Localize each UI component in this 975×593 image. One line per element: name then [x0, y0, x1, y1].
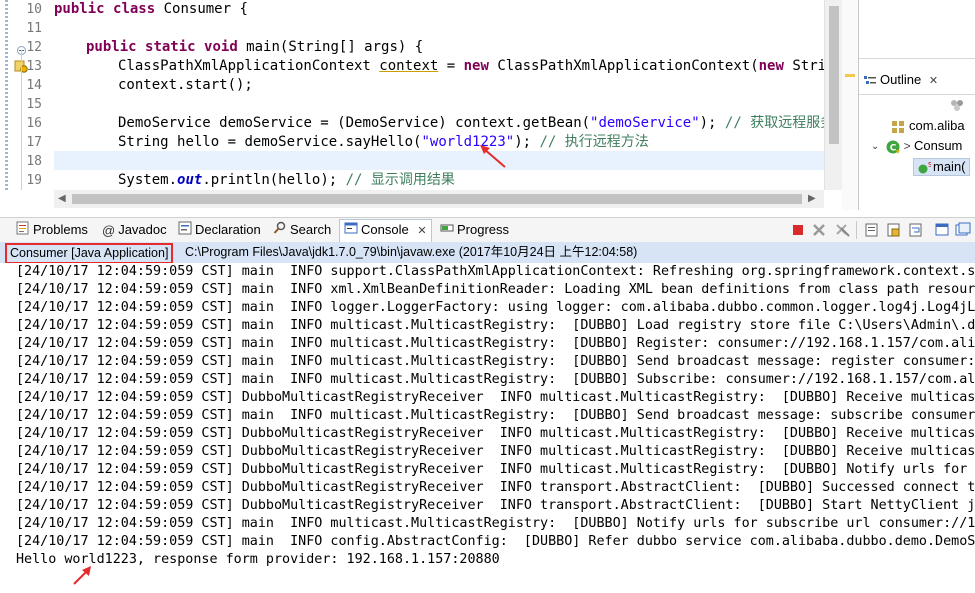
editor-vertical-scrollbar[interactable]: [824, 0, 843, 190]
log-line: [24/10/17 12:04:59:059 CST] main INFO mu…: [16, 354, 975, 369]
code-line: context.start();: [118, 77, 253, 93]
tab-progress[interactable]: Progress: [440, 220, 509, 240]
outline-item-method[interactable]: S main(: [913, 158, 970, 176]
annotation-arrow: [73, 566, 91, 585]
log-line: [24/10/17 12:04:59:059 CST] DubboMultica…: [16, 462, 975, 477]
search-icon: [273, 221, 287, 241]
log-line: [24/10/17 12:04:59:059 CST] main INFO mu…: [16, 516, 975, 531]
code-editor[interactable]: 10 11 12 13 14 15 16 17 18 19 public cla…: [0, 0, 859, 210]
change-ruler: [5, 0, 8, 190]
console-output[interactable]: [24/10/17 12:04:59:059 CST] main INFO su…: [0, 263, 975, 593]
code-line: public class Consumer {: [54, 1, 248, 17]
clear-console-icon[interactable]: [864, 222, 880, 238]
log-line: [24/10/17 12:04:59:059 CST] main INFO mu…: [16, 318, 975, 333]
remove-all-terminated-icon[interactable]: [834, 222, 850, 238]
tab-problems[interactable]: Problems: [16, 220, 88, 240]
log-line: [24/10/17 12:04:59:059 CST] DubboMultica…: [16, 498, 975, 513]
code-text-area[interactable]: public class Consumer { public static vo…: [54, 0, 824, 190]
toolbar-separator: [856, 221, 857, 239]
close-icon[interactable]: ✕: [929, 75, 938, 87]
fold-guide: [21, 50, 22, 190]
scroll-lock-icon[interactable]: [886, 222, 902, 238]
view-tab-bar: Problems @ Javadoc Declaration Search Con…: [0, 217, 975, 243]
scroll-thumb[interactable]: [72, 194, 802, 204]
tab-console[interactable]: Console ✕: [339, 219, 432, 242]
warning-marker[interactable]: [845, 74, 855, 77]
problems-icon: [16, 221, 30, 241]
log-line: [24/10/17 12:04:59:059 CST] DubboMultica…: [16, 390, 975, 405]
log-line: [24/10/17 12:04:59:059 CST] main INFO xm…: [16, 282, 975, 297]
tab-declaration[interactable]: Declaration: [178, 220, 261, 240]
chevron-down-icon[interactable]: ⌄: [871, 141, 881, 152]
class-icon: C: [885, 139, 901, 155]
javadoc-icon: @: [102, 222, 116, 238]
tab-outline[interactable]: Outline ✕: [863, 70, 938, 90]
console-launch-header: Consumer [Java Application] C:\Program F…: [0, 242, 975, 264]
editor-horizontal-scrollbar[interactable]: ◀ ▶: [54, 190, 824, 208]
pin-console-icon[interactable]: [934, 222, 950, 238]
close-icon[interactable]: ✕: [417, 225, 426, 237]
panel-empty-area: [859, 0, 975, 59]
svg-text:S: S: [928, 161, 931, 169]
method-icon: S: [917, 161, 933, 175]
tab-javadoc[interactable]: @ Javadoc: [102, 220, 167, 240]
terminate-icon[interactable]: [790, 222, 806, 238]
declaration-icon: [178, 221, 192, 241]
log-line: [24/10/17 12:04:59:059 CST] main INFO mu…: [16, 336, 975, 351]
outline-item-package[interactable]: com.aliba: [891, 118, 965, 134]
word-wrap-icon[interactable]: [908, 222, 924, 238]
log-line: [24/10/17 12:04:59:059 CST] DubboMultica…: [16, 444, 975, 459]
log-line: [24/10/17 12:04:59:059 CST] main INFO su…: [16, 264, 975, 279]
progress-icon: [440, 221, 454, 241]
remove-launch-icon[interactable]: [811, 222, 827, 238]
log-line: [24/10/17 12:04:59:059 CST] main INFO mu…: [16, 372, 975, 387]
display-console-icon[interactable]: [955, 222, 971, 238]
code-line: ClassPathXmlApplicationContext context =…: [118, 58, 824, 74]
console-margin: [0, 263, 12, 593]
code-line: System.out.println(hello); // 显示调用结果: [118, 172, 455, 188]
log-line: [24/10/17 12:04:59:059 CST] DubboMultica…: [16, 480, 975, 495]
log-line: [24/10/17 12:04:59:059 CST] DubboMultica…: [16, 426, 975, 441]
outline-toolbar-icon[interactable]: [949, 97, 965, 111]
annotation-arrow: [480, 145, 506, 168]
scroll-left-icon[interactable]: ◀: [58, 193, 66, 204]
tab-search[interactable]: Search: [273, 220, 331, 240]
log-line: [24/10/17 12:04:59:059 CST] main INFO co…: [16, 534, 975, 549]
log-line: [24/10/17 12:04:59:059 CST] main INFO lo…: [16, 300, 975, 315]
outline-item-class[interactable]: ⌄ C > Consum: [871, 138, 962, 155]
outline-tab-bar: Outline ✕: [859, 64, 975, 95]
package-icon: [891, 120, 905, 134]
outline-panel: Outline ✕ com.aliba ⌄ C > Consum S main(: [859, 0, 975, 210]
line-number-gutter: 10 11 12 13 14 15 16 17 18 19: [0, 0, 49, 190]
launch-name: Consumer [Java Application]: [5, 243, 174, 264]
log-line: [24/10/17 12:04:59:059 CST] main INFO mu…: [16, 408, 975, 423]
launch-path: C:\Program Files\Java\jdk1.7.0_79\bin\ja…: [185, 245, 638, 259]
scroll-right-icon[interactable]: ▶: [808, 193, 816, 204]
console-icon: [344, 221, 358, 241]
code-line: public static void main(String[] args) {: [86, 39, 424, 55]
svg-text:C: C: [889, 143, 896, 153]
scroll-thumb[interactable]: [829, 6, 839, 144]
overview-ruler[interactable]: [842, 0, 858, 210]
outline-icon: [863, 74, 877, 88]
code-line: DemoService demoService = (DemoService) …: [118, 115, 824, 131]
code-line: String hello = demoService.sayHello("wor…: [118, 134, 649, 150]
